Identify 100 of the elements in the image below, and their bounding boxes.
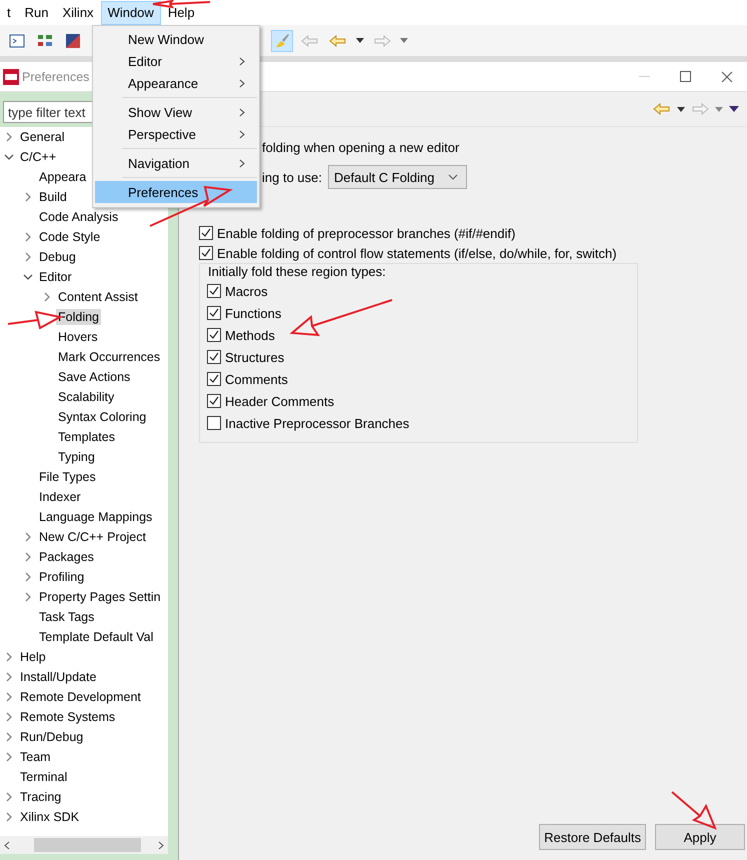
- brush-icon[interactable]: [271, 30, 293, 52]
- menu-item[interactable]: Preferences: [95, 181, 257, 203]
- tree-item[interactable]: Tracing: [18, 789, 64, 805]
- checkbox-label: Comments: [225, 372, 288, 386]
- scroll-left-icon[interactable]: [4, 840, 10, 850]
- tree-item[interactable]: Template Default Val: [37, 629, 156, 645]
- option-label: folding when opening a new editor: [262, 139, 460, 157]
- tree-item[interactable]: Appeara: [37, 169, 88, 185]
- expand-icon[interactable]: [24, 592, 32, 602]
- combo-label: ing to use:: [262, 170, 322, 184]
- tree-item[interactable]: Team: [18, 749, 53, 765]
- group-title: Initially fold these region types:: [208, 264, 387, 279]
- expand-icon[interactable]: [24, 572, 32, 582]
- checkbox[interactable]: [207, 284, 221, 298]
- tree-item[interactable]: Typing: [56, 449, 97, 465]
- checkbox-label: Macros: [225, 284, 268, 298]
- tree-item[interactable]: Help: [18, 649, 48, 665]
- collapse-icon[interactable]: [4, 153, 14, 161]
- maximize-icon[interactable]: [680, 71, 691, 82]
- tree-item[interactable]: Profiling: [37, 569, 86, 585]
- tree-item[interactable]: Templates: [56, 429, 117, 445]
- tree-item[interactable]: New C/C++ Project: [37, 529, 148, 545]
- checkbox-label: Functions: [225, 306, 282, 320]
- checkbox-label: Structures: [225, 350, 284, 364]
- annotation-arrow: [152, 0, 210, 8]
- scroll-right-icon[interactable]: [158, 840, 164, 850]
- dropdown-icon[interactable]: [677, 106, 685, 112]
- checkbox[interactable]: [207, 416, 221, 430]
- menu-bar-item[interactable]: Run: [18, 0, 56, 24]
- tree-item[interactable]: Scalability: [56, 389, 116, 405]
- tree-item[interactable]: Remote Systems: [18, 709, 118, 725]
- tree-item[interactable]: Property Pages Settin: [37, 589, 163, 605]
- checkbox[interactable]: [207, 394, 221, 408]
- menu-item[interactable]: Navigation: [95, 152, 257, 174]
- tree-item[interactable]: Task Tags: [37, 609, 96, 625]
- checkbox[interactable]: [207, 350, 221, 364]
- close-icon[interactable]: [721, 70, 733, 82]
- menu-bar-item[interactable]: Window: [100, 0, 161, 24]
- view-menu-icon[interactable]: [729, 106, 739, 112]
- checkbox[interactable]: [207, 306, 221, 320]
- tree-item[interactable]: Build: [37, 189, 69, 205]
- expand-icon[interactable]: [5, 692, 13, 702]
- tree-item[interactable]: File Types: [37, 469, 98, 485]
- expand-icon[interactable]: [24, 232, 32, 242]
- tree-item[interactable]: Editor: [37, 269, 74, 285]
- tree-item[interactable]: Language Mappings: [37, 509, 154, 525]
- menu-item[interactable]: New Window: [95, 28, 257, 50]
- tree-item[interactable]: Install/Update: [18, 669, 98, 685]
- expand-icon[interactable]: [5, 792, 13, 802]
- checkbox[interactable]: [199, 226, 213, 240]
- apply-button[interactable]: Apply: [655, 824, 745, 850]
- expand-icon[interactable]: [24, 552, 32, 562]
- folding-dropdown[interactable]: Default C Folding: [328, 165, 468, 189]
- collapse-icon[interactable]: [23, 273, 33, 281]
- menu-bar-item[interactable]: t: [0, 0, 18, 24]
- checkbox-label: Inactive Preprocessor Branches: [225, 416, 410, 430]
- expand-icon[interactable]: [5, 752, 13, 762]
- tree-item[interactable]: Xilinx SDK: [18, 809, 82, 825]
- checkbox-label: Enable folding of preprocessor branches (#if/#endif): [217, 226, 516, 240]
- caret-icon: [448, 174, 458, 180]
- menu-item[interactable]: Appearance: [95, 72, 257, 94]
- tree-item[interactable]: Hovers: [56, 329, 100, 345]
- tree-item[interactable]: Code Style: [37, 229, 102, 245]
- menu-item[interactable]: Perspective: [95, 123, 257, 145]
- tree-item[interactable]: Save Actions: [56, 369, 132, 385]
- tree-item[interactable]: Code Analysis: [37, 209, 120, 225]
- tree-item[interactable]: Remote Development: [18, 689, 143, 705]
- expand-icon[interactable]: [5, 132, 13, 142]
- tree-item[interactable]: Syntax Coloring: [56, 409, 148, 425]
- expand-icon[interactable]: [5, 712, 13, 722]
- expand-icon[interactable]: [24, 192, 32, 202]
- tree-item[interactable]: Mark Occurrences: [56, 349, 162, 365]
- tree-item[interactable]: Terminal: [18, 769, 70, 785]
- tree-item[interactable]: Run/Debug: [18, 729, 86, 745]
- tree-item[interactable]: Packages: [37, 549, 96, 565]
- tree-item[interactable]: Debug: [37, 249, 78, 265]
- expand-icon[interactable]: [43, 292, 51, 302]
- expand-icon[interactable]: [24, 252, 32, 262]
- tree-item[interactable]: Folding: [56, 309, 101, 325]
- expand-icon[interactable]: [5, 652, 13, 662]
- annotation-arrow: [671, 791, 717, 830]
- tree-item[interactable]: Indexer: [37, 489, 83, 505]
- expand-icon[interactable]: [5, 672, 13, 682]
- checkbox[interactable]: [207, 328, 221, 342]
- menu-bar-item[interactable]: Help: [160, 0, 202, 24]
- checkbox[interactable]: [207, 372, 221, 386]
- menu-bar-item[interactable]: Xilinx: [55, 0, 101, 24]
- tree-item[interactable]: C/C++: [18, 149, 58, 165]
- back-arrow-icon[interactable]: [653, 102, 671, 116]
- horizontal-scrollbar[interactable]: [0, 836, 168, 854]
- expand-icon[interactable]: [24, 532, 32, 542]
- checkbox[interactable]: [199, 246, 213, 260]
- menu-item[interactable]: Editor: [95, 50, 257, 72]
- checkbox-label: Methods: [225, 328, 275, 342]
- expand-icon[interactable]: [5, 812, 13, 822]
- tree-item[interactable]: General: [18, 129, 66, 145]
- expand-icon[interactable]: [5, 732, 13, 742]
- restore-defaults-button[interactable]: Restore Defaults: [539, 824, 646, 850]
- window-title: Preferences: [22, 70, 90, 84]
- tree-item[interactable]: Content Assist: [56, 289, 140, 305]
